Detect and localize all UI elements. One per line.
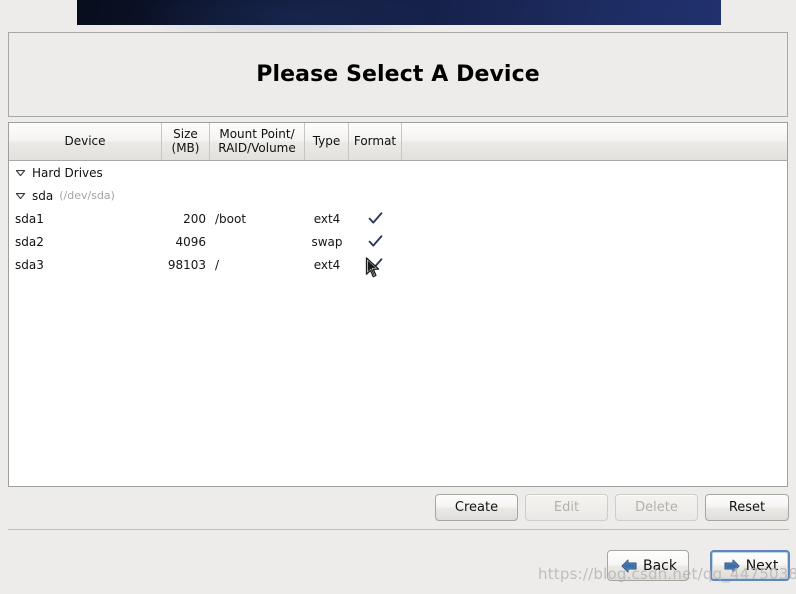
cell-mount-point bbox=[210, 230, 305, 253]
cell-device: sda3 bbox=[9, 253, 162, 276]
cell-mount-point: / bbox=[215, 257, 220, 272]
cell-device: sda2 bbox=[9, 230, 162, 253]
device-name: sda bbox=[32, 188, 54, 203]
device-table-header: Device Size (MB) Mount Point/ RAID/Volum… bbox=[9, 123, 787, 161]
cell-size: 4096 bbox=[175, 234, 206, 249]
device-name: sda1 bbox=[15, 211, 44, 226]
cell-type bbox=[305, 161, 349, 184]
edit-button: Edit bbox=[525, 494, 608, 521]
reset-button[interactable]: Reset bbox=[705, 494, 789, 521]
partition-action-buttons: Create Edit Delete Reset bbox=[0, 494, 796, 521]
cell-mount-point bbox=[210, 184, 305, 207]
arrow-right-icon bbox=[722, 558, 742, 574]
device-path: (/dev/sda) bbox=[59, 189, 115, 202]
create-button[interactable]: Create bbox=[435, 494, 518, 521]
column-header-format-label: Format bbox=[353, 133, 397, 148]
table-row[interactable]: sda2 4096 swap bbox=[9, 230, 787, 253]
cell-size: 200 bbox=[183, 211, 206, 226]
check-icon bbox=[368, 257, 383, 272]
column-header-mount-label-line1: Mount Point/ bbox=[219, 127, 295, 142]
cell-format bbox=[349, 207, 402, 230]
table-row[interactable]: sda3 98103 / ext4 bbox=[9, 253, 787, 276]
column-header-size-label-line1: Size bbox=[173, 127, 198, 142]
column-header-size[interactable]: Size (MB) bbox=[162, 123, 210, 160]
table-row[interactable]: Hard Drives bbox=[9, 161, 787, 184]
title-panel: Please Select A Device bbox=[8, 32, 788, 117]
cell-type: swap bbox=[311, 234, 343, 249]
next-button-label: Next bbox=[745, 557, 779, 574]
column-header-mount-label-line2: RAID/Volume bbox=[218, 140, 296, 155]
device-table-body[interactable]: Hard Drives sda (/dev/sda) sda1 200/boot ext4… bbox=[9, 161, 787, 276]
table-row[interactable]: sda (/dev/sda) bbox=[9, 184, 787, 207]
cell-format bbox=[349, 230, 402, 253]
check-icon bbox=[368, 234, 383, 249]
cell-format bbox=[349, 161, 402, 184]
cell-type: ext4 bbox=[313, 211, 341, 226]
table-row[interactable]: sda1 200/boot ext4 bbox=[9, 207, 787, 230]
back-button-label: Back bbox=[643, 557, 677, 574]
footer-divider bbox=[8, 529, 789, 530]
arrow-left-icon bbox=[619, 558, 639, 574]
device-table-panel[interactable]: Device Size (MB) Mount Point/ RAID/Volum… bbox=[8, 122, 788, 487]
column-header-device[interactable]: Device bbox=[9, 123, 162, 160]
check-icon bbox=[368, 211, 383, 226]
cell-format bbox=[349, 184, 402, 207]
cell-device: sda (/dev/sda) bbox=[9, 184, 162, 207]
delete-button: Delete bbox=[615, 494, 698, 521]
cell-size bbox=[162, 161, 210, 184]
page-title: Please Select A Device bbox=[256, 62, 540, 87]
chevron-down-icon[interactable] bbox=[15, 167, 26, 178]
column-header-mount-point[interactable]: Mount Point/ RAID/Volume bbox=[210, 123, 305, 160]
column-header-type-label: Type bbox=[312, 133, 341, 148]
next-button[interactable]: Next bbox=[710, 550, 790, 581]
column-header-device-label: Device bbox=[64, 133, 106, 148]
chevron-down-icon[interactable] bbox=[15, 190, 26, 201]
cell-mount-point bbox=[210, 161, 305, 184]
device-name: sda3 bbox=[15, 257, 44, 272]
cell-device: Hard Drives bbox=[9, 161, 162, 184]
column-header-type[interactable]: Type bbox=[305, 123, 349, 160]
installer-banner bbox=[77, 0, 721, 48]
column-header-format[interactable]: Format bbox=[349, 123, 402, 160]
cell-mount-point: /boot bbox=[215, 211, 247, 226]
cell-type bbox=[305, 184, 349, 207]
device-name: sda2 bbox=[15, 234, 44, 249]
cell-format bbox=[349, 253, 402, 276]
cell-size bbox=[162, 184, 210, 207]
cell-type: ext4 bbox=[313, 257, 341, 272]
cell-device: sda1 bbox=[9, 207, 162, 230]
cell-size: 98103 bbox=[167, 257, 206, 272]
device-name: Hard Drives bbox=[32, 165, 103, 180]
column-header-size-label-line2: (MB) bbox=[171, 140, 200, 155]
column-header-filler bbox=[402, 123, 787, 160]
back-button[interactable]: Back bbox=[607, 550, 689, 581]
